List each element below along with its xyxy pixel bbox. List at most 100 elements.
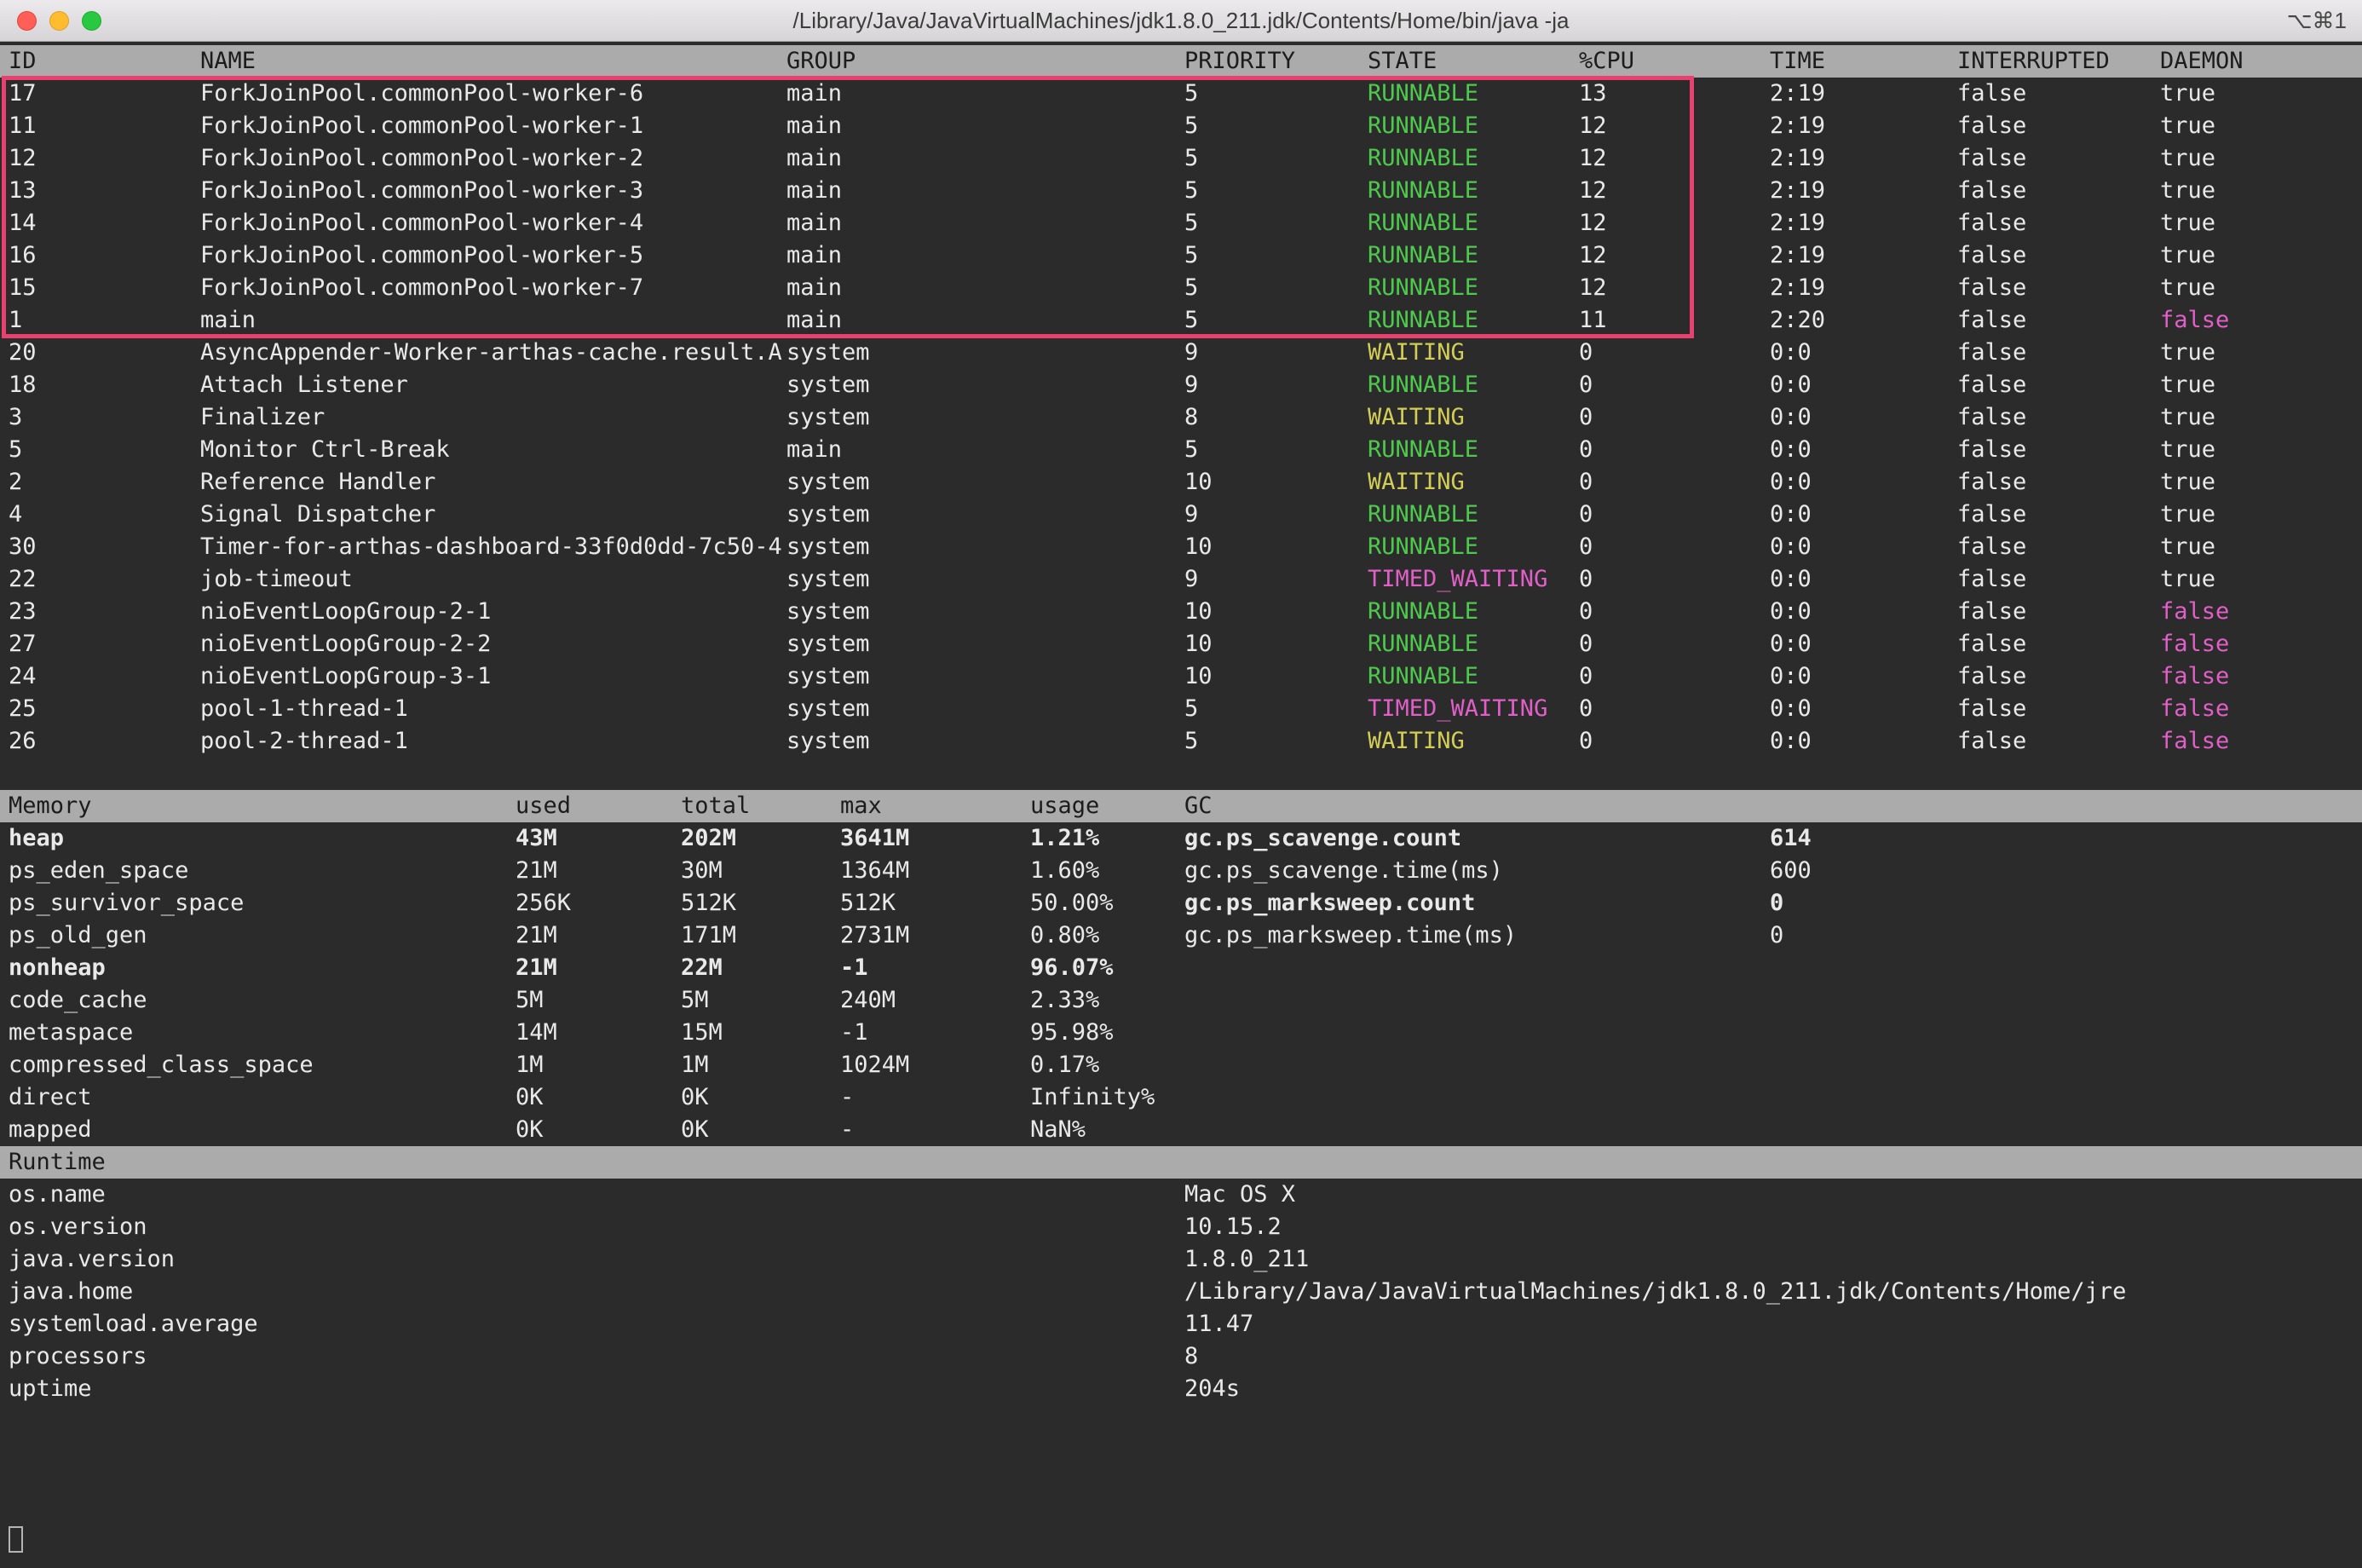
- thread-interrupted-cell: false: [1957, 693, 2160, 725]
- runtime-key-cell: java.version: [9, 1243, 1184, 1276]
- thread-time-cell: 0:0: [1770, 369, 1957, 401]
- thread-name-cell: ForkJoinPool.commonPool-worker-4: [200, 207, 786, 239]
- thread-group-cell: system: [786, 369, 1184, 401]
- thread-table-row: 27 nioEventLoopGroup-2-2 system 10 RUNNA…: [0, 628, 2362, 660]
- thread-state-cell: RUNNABLE: [1368, 304, 1579, 337]
- thread-table-row: 24 nioEventLoopGroup-3-1 system 10 RUNNA…: [0, 660, 2362, 693]
- thread-id-cell: 25: [9, 693, 200, 725]
- memory-total-cell: 512K: [681, 887, 840, 919]
- thread-daemon-cell: true: [2160, 78, 2362, 110]
- thread-cpu-cell: 0: [1579, 628, 1770, 660]
- thread-group-cell: system: [786, 466, 1184, 499]
- runtime-header: Runtime: [0, 1146, 2362, 1179]
- thread-cpu-cell: 0: [1579, 499, 1770, 531]
- thread-id-cell: 22: [9, 563, 200, 596]
- thread-interrupted-cell: false: [1957, 401, 2160, 434]
- thread-priority-cell: 10: [1184, 466, 1368, 499]
- thread-daemon-cell: true: [2160, 531, 2362, 563]
- fullscreen-button[interactable]: [82, 11, 101, 31]
- thread-id-cell: 11: [9, 110, 200, 142]
- column-header-usage: usage: [1030, 790, 1184, 822]
- thread-table: 17 ForkJoinPool.commonPool-worker-6 main…: [0, 78, 2362, 758]
- thread-table-row: 18 Attach Listener system 9 RUNNABLE 0 0…: [0, 369, 2362, 401]
- thread-priority-cell: 5: [1184, 110, 1368, 142]
- memory-max-cell: 1024M: [840, 1049, 1030, 1081]
- thread-table-row: 4 Signal Dispatcher system 9 RUNNABLE 0 …: [0, 499, 2362, 531]
- runtime-table-row: java.version 1.8.0_211: [0, 1243, 2362, 1276]
- column-header-total: total: [681, 790, 840, 822]
- thread-group-cell: main: [786, 78, 1184, 110]
- column-header-cpu: %CPU: [1579, 45, 1770, 78]
- thread-state-cell: WAITING: [1368, 337, 1579, 369]
- memory-used-cell: 256K: [516, 887, 681, 919]
- minimize-button[interactable]: [49, 11, 69, 31]
- thread-table-header: ID NAME GROUP PRIORITY STATE %CPU TIME I…: [0, 45, 2362, 78]
- memory-total-cell: 5M: [681, 984, 840, 1017]
- thread-daemon-cell: true: [2160, 272, 2362, 304]
- thread-id-cell: 15: [9, 272, 200, 304]
- thread-daemon-cell: true: [2160, 337, 2362, 369]
- titlebar[interactable]: /Library/Java/JavaVirtualMachines/jdk1.8…: [0, 0, 2362, 42]
- thread-cpu-cell: 0: [1579, 531, 1770, 563]
- column-header-memory: Memory: [9, 790, 516, 822]
- thread-state-cell: RUNNABLE: [1368, 369, 1579, 401]
- memory-pool-name-cell: direct: [9, 1081, 516, 1114]
- runtime-value-cell: 11.47: [1184, 1308, 2362, 1340]
- column-header-max: max: [840, 790, 1030, 822]
- thread-group-cell: main: [786, 207, 1184, 239]
- thread-time-cell: 0:0: [1770, 725, 1957, 758]
- thread-group-cell: main: [786, 434, 1184, 466]
- thread-time-cell: 2:19: [1770, 207, 1957, 239]
- column-header-time: TIME: [1770, 45, 1957, 78]
- thread-cpu-cell: 12: [1579, 175, 1770, 207]
- thread-interrupted-cell: false: [1957, 207, 2160, 239]
- thread-state-cell: RUNNABLE: [1368, 499, 1579, 531]
- thread-state-cell: RUNNABLE: [1368, 239, 1579, 272]
- thread-table-row: 5 Monitor Ctrl-Break main 5 RUNNABLE 0 0…: [0, 434, 2362, 466]
- thread-daemon-cell: true: [2160, 466, 2362, 499]
- thread-cpu-cell: 0: [1579, 401, 1770, 434]
- thread-name-cell: pool-1-thread-1: [200, 693, 786, 725]
- memory-usage-cell: Infinity%: [1030, 1081, 1184, 1114]
- memory-pool-name-cell: nonheap: [9, 952, 516, 984]
- thread-daemon-cell: true: [2160, 401, 2362, 434]
- thread-state-cell: RUNNABLE: [1368, 596, 1579, 628]
- thread-daemon-cell: true: [2160, 175, 2362, 207]
- thread-state-cell: RUNNABLE: [1368, 175, 1579, 207]
- thread-group-cell: system: [786, 725, 1184, 758]
- thread-id-cell: 5: [9, 434, 200, 466]
- thread-cpu-cell: 12: [1579, 272, 1770, 304]
- close-button[interactable]: [17, 11, 37, 31]
- column-header-id: ID: [9, 45, 200, 78]
- thread-cpu-cell: 0: [1579, 369, 1770, 401]
- memory-pool-name-cell: ps_old_gen: [9, 919, 516, 952]
- thread-cpu-cell: 12: [1579, 110, 1770, 142]
- memory-pool-name-cell: ps_eden_space: [9, 855, 516, 887]
- runtime-key-cell: os.name: [9, 1179, 1184, 1211]
- thread-daemon-cell: true: [2160, 499, 2362, 531]
- thread-interrupted-cell: false: [1957, 596, 2160, 628]
- thread-time-cell: 0:0: [1770, 499, 1957, 531]
- terminal-screen[interactable]: ID NAME GROUP PRIORITY STATE %CPU TIME I…: [0, 42, 2362, 1568]
- thread-priority-cell: 10: [1184, 596, 1368, 628]
- thread-time-cell: 0:0: [1770, 693, 1957, 725]
- memory-pool-name-cell: heap: [9, 822, 516, 855]
- thread-interrupted-cell: false: [1957, 78, 2160, 110]
- thread-daemon-cell: true: [2160, 207, 2362, 239]
- thread-group-cell: main: [786, 175, 1184, 207]
- thread-time-cell: 0:0: [1770, 434, 1957, 466]
- memory-pool-name-cell: metaspace: [9, 1017, 516, 1049]
- thread-name-cell: ForkJoinPool.commonPool-worker-1: [200, 110, 786, 142]
- runtime-table-row: processors 8: [0, 1340, 2362, 1373]
- memory-used-cell: 21M: [516, 919, 681, 952]
- thread-name-cell: ForkJoinPool.commonPool-worker-5: [200, 239, 786, 272]
- thread-priority-cell: 5: [1184, 239, 1368, 272]
- thread-daemon-cell: false: [2160, 693, 2362, 725]
- thread-group-cell: system: [786, 563, 1184, 596]
- thread-table-row: 26 pool-2-thread-1 system 5 WAITING 0 0:…: [0, 725, 2362, 758]
- thread-state-cell: TIMED_WAITING: [1368, 563, 1579, 596]
- thread-daemon-cell: true: [2160, 434, 2362, 466]
- memory-total-cell: 171M: [681, 919, 840, 952]
- thread-cpu-cell: 0: [1579, 660, 1770, 693]
- memory-usage-cell: 95.98%: [1030, 1017, 1184, 1049]
